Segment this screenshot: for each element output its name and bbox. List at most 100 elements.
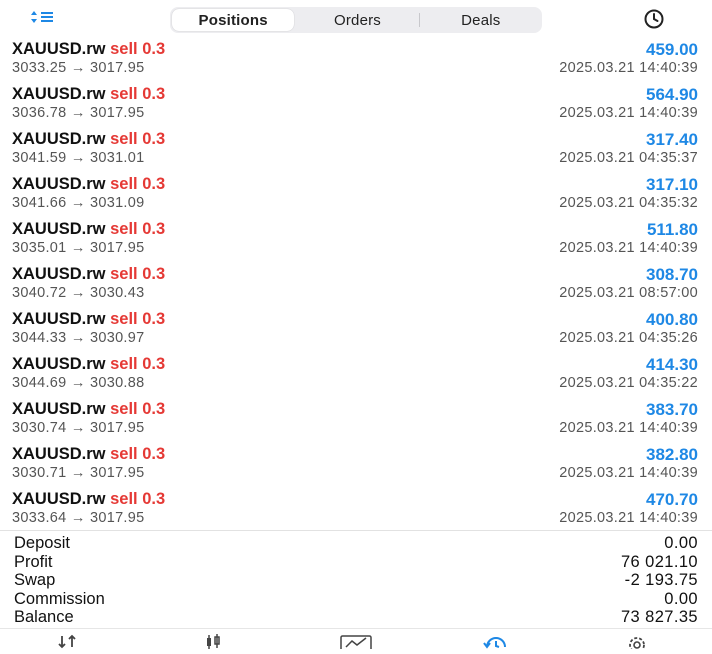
position-row[interactable]: XAUUSD.rw sell 0.33041.59 → 3031.01317.4… <box>0 128 712 173</box>
summary-label: Deposit <box>14 534 70 553</box>
position-row[interactable]: XAUUSD.rw sell 0.33040.72 → 3030.43308.7… <box>0 263 712 308</box>
position-prices: 3033.64 → 3017.95 <box>12 510 145 526</box>
position-row[interactable]: XAUUSD.rw sell 0.33044.69 → 3030.88414.3… <box>0 353 712 398</box>
summary-divider <box>0 530 712 531</box>
position-symbol: XAUUSD.rw <box>12 40 106 58</box>
nav-chart[interactable] <box>193 633 233 651</box>
position-symbol: XAUUSD.rw <box>12 400 106 418</box>
position-profit: 317.10 <box>646 175 698 195</box>
position-row[interactable]: XAUUSD.rw sell 0.33030.71 → 3017.95382.8… <box>0 443 712 488</box>
position-profit: 564.90 <box>646 85 698 105</box>
nav-trade[interactable] <box>336 633 376 651</box>
position-side-volume: sell 0.3 <box>110 310 165 328</box>
position-profit: 400.80 <box>646 310 698 330</box>
tab-positions[interactable]: Positions <box>172 9 294 31</box>
position-title: XAUUSD.rw sell 0.3 <box>12 175 165 194</box>
summary-value: 76 021.10 <box>621 553 698 572</box>
position-profit: 382.80 <box>646 445 698 465</box>
position-prices: 3044.69 → 3030.88 <box>12 375 145 391</box>
tab-orders[interactable]: Orders <box>296 7 418 33</box>
position-side-volume: sell 0.3 <box>110 490 165 508</box>
position-symbol: XAUUSD.rw <box>12 265 106 283</box>
account-summary: Deposit0.00Profit76 021.10Swap-2 193.75C… <box>0 533 712 626</box>
position-side-volume: sell 0.3 <box>110 355 165 373</box>
sort-icon <box>30 9 60 29</box>
position-title: XAUUSD.rw sell 0.3 <box>12 445 165 464</box>
positions-list: XAUUSD.rw sell 0.33033.25 → 3017.95459.0… <box>0 38 712 533</box>
summary-row: Profit76 021.10 <box>0 552 712 571</box>
summary-value: -2 193.75 <box>625 571 698 590</box>
settings-gear-icon <box>624 633 650 654</box>
nav-history[interactable] <box>476 633 516 651</box>
history-icon <box>481 633 511 654</box>
summary-row: Balance 73 827.35 <box>0 607 712 626</box>
position-row[interactable]: XAUUSD.rw sell 0.33033.25 → 3017.95459.0… <box>0 38 712 83</box>
position-row[interactable]: XAUUSD.rw sell 0.33041.66 → 3031.09 317.1… <box>0 173 712 218</box>
clock-icon <box>642 17 666 34</box>
position-symbol: XAUUSD.rw <box>12 220 106 238</box>
position-symbol: XAUUSD.rw <box>12 355 106 373</box>
position-side-volume: sell 0.3 <box>110 40 165 58</box>
position-time: 2025.03.21 04:35:32 <box>559 195 698 211</box>
summary-label: Commission <box>14 590 105 609</box>
position-side-volume: sell 0.3 <box>110 130 165 148</box>
position-time: 2025.03.21 08:57:00 <box>559 285 698 301</box>
tab-switcher: Positions Orders Deals <box>170 7 542 33</box>
position-symbol: XAUUSD.rw <box>12 85 106 103</box>
position-profit: 308.70 <box>646 265 698 285</box>
summary-row: Commission 0.00 <box>0 589 712 608</box>
position-row[interactable]: XAUUSD.rw sell 0.33035.01 → 3017.95511.8… <box>0 218 712 263</box>
position-title: XAUUSD.rw sell 0.3 <box>12 220 165 239</box>
position-symbol: XAUUSD.rw <box>12 445 106 463</box>
position-time: 2025.03.21 14:40:39 <box>559 240 698 256</box>
quotes-icon <box>54 633 80 654</box>
position-prices: 3030.71 → 3017.95 <box>12 465 145 481</box>
position-row[interactable]: XAUUSD.rw sell 0.33036.78 → 3017.95564.9… <box>0 83 712 128</box>
tab-deals[interactable]: Deals <box>420 7 542 33</box>
summary-label: Balance <box>14 608 74 627</box>
summary-value: 0.00 <box>664 534 698 553</box>
position-title: XAUUSD.rw sell 0.3 <box>12 85 165 104</box>
position-side-volume: sell 0.3 <box>110 85 165 103</box>
nav-settings[interactable] <box>617 633 657 651</box>
position-title: XAUUSD.rw sell 0.3 <box>12 265 165 284</box>
nav-quotes[interactable] <box>47 633 87 651</box>
position-prices: 3040.72 → 3030.43 <box>12 285 145 301</box>
summary-value: 0.00 <box>664 590 698 609</box>
position-time: 2025.03.21 14:40:39 <box>559 105 698 121</box>
position-side-volume: sell 0.3 <box>110 265 165 283</box>
position-profit: 459.00 <box>646 40 698 60</box>
position-row[interactable]: XAUUSD.rw sell 0.33030.74 → 3017.95383.7… <box>0 398 712 443</box>
chart-candles-icon <box>200 633 226 654</box>
position-time: 2025.03.21 14:40:39 <box>559 510 698 526</box>
position-prices: 3044.33 → 3030.97 <box>12 330 145 346</box>
position-side-volume: sell 0.3 <box>110 400 165 418</box>
position-symbol: XAUUSD.rw <box>12 310 106 328</box>
position-title: XAUUSD.rw sell 0.3 <box>12 400 165 419</box>
summary-value: 73 827.35 <box>621 608 698 627</box>
position-time: 2025.03.21 14:40:39 <box>559 420 698 436</box>
position-prices: 3041.66 → 3031.09 <box>12 195 145 211</box>
trade-chart-icon <box>339 633 373 654</box>
position-side-volume: sell 0.3 <box>110 175 165 193</box>
position-profit: 470.70 <box>646 490 698 510</box>
summary-row: Swap-2 193.75 <box>0 570 712 589</box>
position-row[interactable]: XAUUSD.rw sell 0.33033.64 → 3017.95470.7… <box>0 488 712 533</box>
sort-button[interactable] <box>30 8 64 30</box>
position-side-volume: sell 0.3 <box>110 445 165 463</box>
position-time: 2025.03.21 04:35:26 <box>559 330 698 346</box>
position-title: XAUUSD.rw sell 0.3 <box>12 355 165 374</box>
position-time: 2025.03.21 14:40:39 <box>559 465 698 481</box>
position-symbol: XAUUSD.rw <box>12 490 106 508</box>
position-title: XAUUSD.rw sell 0.3 <box>12 40 165 59</box>
position-row[interactable]: XAUUSD.rw sell 0.33044.33 → 3030.97400.8… <box>0 308 712 353</box>
summary-row: Deposit 0.00 <box>0 533 712 552</box>
position-title: XAUUSD.rw sell 0.3 <box>12 490 165 509</box>
position-title: XAUUSD.rw sell 0.3 <box>12 310 165 329</box>
position-side-volume: sell 0.3 <box>110 220 165 238</box>
position-profit: 414.30 <box>646 355 698 375</box>
position-profit: 383.70 <box>646 400 698 420</box>
position-symbol: XAUUSD.rw <box>12 130 106 148</box>
position-prices: 3035.01 → 3017.95 <box>12 240 145 256</box>
period-button[interactable] <box>642 8 666 30</box>
